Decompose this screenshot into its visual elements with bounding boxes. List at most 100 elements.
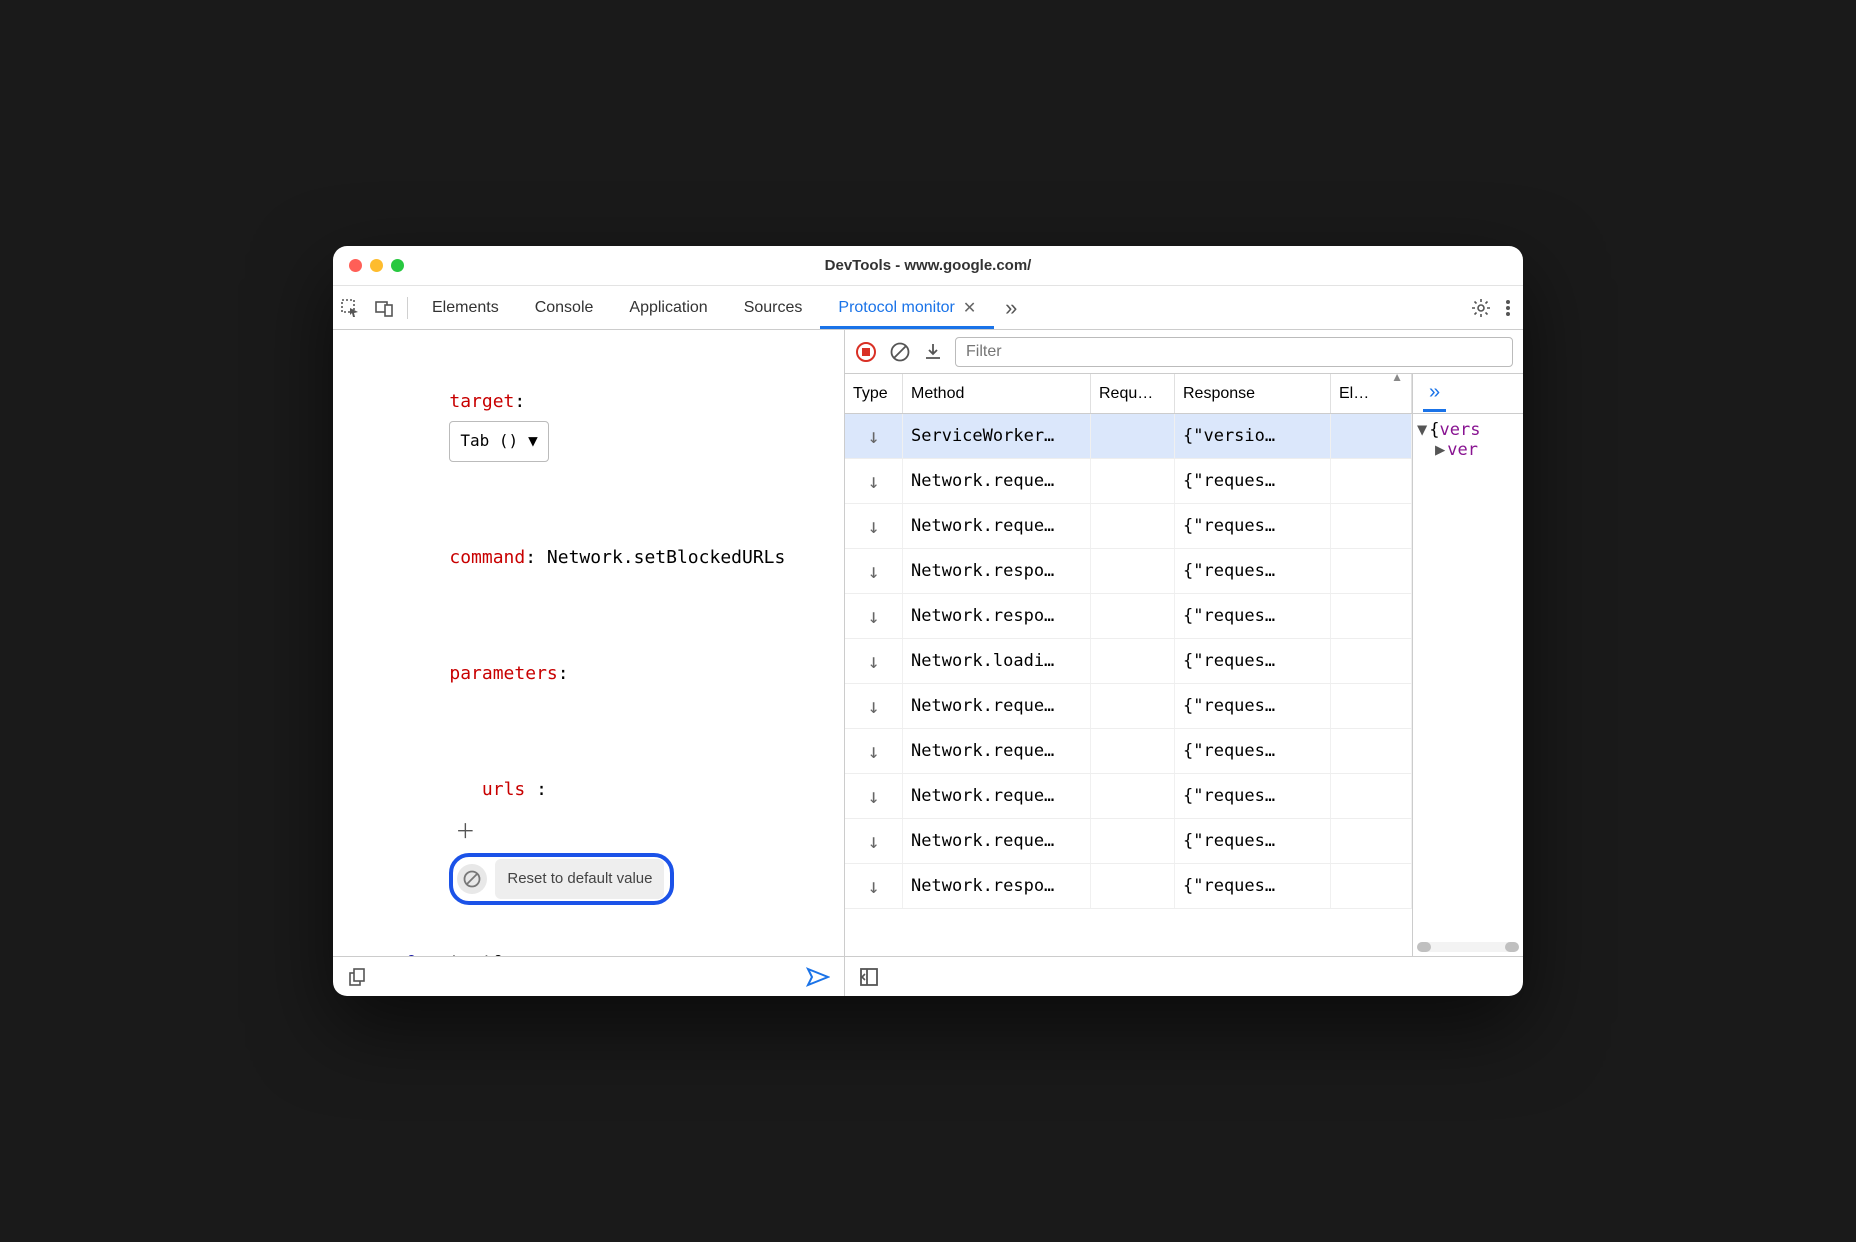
inspect-element-icon[interactable] (333, 298, 367, 318)
command-value: Network.setBlockedURLs (547, 547, 785, 568)
settings-icon[interactable] (1471, 298, 1491, 318)
table-row[interactable]: ↓ Network.loadi… {"reques… (845, 639, 1412, 684)
inspector-body: ▼{vers ▶ver (1413, 414, 1523, 956)
command-editor: target: Tab () ▼ command: Network.setBlo… (333, 330, 844, 956)
chevron-down-icon: ▼ (528, 424, 538, 458)
table-row[interactable]: ↓Network.reque…{"reques… (845, 774, 1412, 819)
reset-default-chip[interactable]: Reset to default value (449, 853, 674, 905)
tab-label: Protocol monitor (838, 299, 955, 317)
clear-icon[interactable] (889, 341, 911, 363)
toolbar-right (1471, 298, 1523, 318)
copy-icon[interactable] (347, 967, 367, 987)
sort-indicator-icon: ▲ (1391, 374, 1403, 384)
down-arrow-icon: ↓ (853, 739, 894, 763)
down-arrow-icon: ↓ (853, 469, 894, 493)
cell-request (1091, 729, 1175, 773)
main-content: target: Tab () ▼ command: Network.setBlo… (333, 330, 1523, 996)
table-row[interactable]: ↓Network.reque…{"reques… (845, 684, 1412, 729)
cell-method: Network.reque… (903, 684, 1091, 728)
cell-method: Network.loadi… (903, 639, 1091, 683)
tab-sources[interactable]: Sources (726, 286, 821, 329)
target-key: target (449, 391, 514, 412)
tab-elements[interactable]: Elements (414, 286, 517, 329)
device-toolbar-icon[interactable] (367, 298, 401, 318)
devtools-toolbar: Elements Console Application Sources Pro… (333, 286, 1523, 330)
cell-elapsed (1331, 774, 1412, 818)
filter-input[interactable] (955, 337, 1513, 367)
cell-elapsed (1331, 819, 1412, 863)
target-select[interactable]: Tab () ▼ (449, 421, 548, 461)
minimize-window-button[interactable] (370, 259, 383, 272)
cell-response: {"reques… (1175, 774, 1331, 818)
inspector-tabs: » (1413, 374, 1523, 414)
kebab-menu-icon[interactable] (1505, 298, 1511, 318)
scroll-thumb[interactable] (1505, 942, 1519, 952)
cell-method: Network.respo… (903, 594, 1091, 638)
cell-type: ↓ (845, 594, 903, 638)
table-row[interactable]: ↓ServiceWorker…{"versio… (845, 414, 1412, 459)
object-prop: vers (1440, 420, 1481, 440)
table-row[interactable]: ↓Network.respo…{"reques… (845, 594, 1412, 639)
close-tab-icon[interactable]: ✕ (963, 298, 976, 318)
cell-method: ServiceWorker… (903, 414, 1091, 458)
cell-elapsed (1331, 639, 1412, 683)
cell-method: Network.reque… (903, 819, 1091, 863)
col-header-response[interactable]: Response (1175, 374, 1331, 413)
down-arrow-icon: ↓ (853, 649, 894, 673)
target-select-value: Tab () (460, 424, 518, 458)
tab-application[interactable]: Application (611, 286, 725, 329)
cell-type: ↓ (845, 819, 903, 863)
cell-elapsed (1331, 549, 1412, 593)
reset-default-label: Reset to default value (495, 859, 664, 899)
cell-elapsed (1331, 459, 1412, 503)
horizontal-scrollbar[interactable] (1417, 942, 1519, 952)
tab-console[interactable]: Console (517, 286, 612, 329)
more-tabs-icon[interactable]: » (994, 295, 1028, 321)
record-button[interactable] (855, 341, 877, 363)
table-row[interactable]: ↓Network.respo…{"reques… (845, 549, 1412, 594)
down-arrow-icon: ↓ (853, 424, 894, 448)
close-window-button[interactable] (349, 259, 362, 272)
cell-response: {"reques… (1175, 639, 1331, 683)
table-row[interactable]: ↓Network.respo…{"reques… (845, 864, 1412, 909)
cell-response: {"reques… (1175, 819, 1331, 863)
cell-response: {"reques… (1175, 549, 1331, 593)
table-row[interactable]: ↓ Network.reque… {"reques… (845, 459, 1412, 504)
table-row[interactable]: ↓Network.reque…{"reques… (845, 729, 1412, 774)
object-row[interactable]: ▼{vers (1417, 420, 1519, 440)
col-header-request[interactable]: Requ… (1091, 374, 1175, 413)
col-header-elapsed[interactable]: El…▲ (1331, 374, 1412, 413)
add-item-button[interactable]: ＋ (455, 819, 475, 843)
cell-elapsed (1331, 729, 1412, 773)
cell-elapsed (1331, 414, 1412, 458)
cell-elapsed (1331, 684, 1412, 728)
cell-type: ↓ (845, 729, 903, 773)
collapse-triangle-icon: ▶ (1435, 440, 1445, 460)
response-inspector: » ▼{vers ▶ver (1413, 374, 1523, 956)
table-row[interactable]: ↓Network.reque…{"reques… (845, 504, 1412, 549)
parameters-key: parameters (449, 663, 557, 684)
table-row[interactable]: ↓Network.reque… {"reques… (845, 819, 1412, 864)
tab-label: Console (535, 299, 594, 317)
cell-type: ↓ (845, 504, 903, 548)
cell-request (1091, 774, 1175, 818)
divider (407, 297, 408, 319)
down-arrow-icon: ↓ (853, 559, 894, 583)
col-header-type[interactable]: Type (845, 374, 903, 413)
more-tabs-icon[interactable]: » (1423, 375, 1446, 412)
col-header-method[interactable]: Method (903, 374, 1091, 413)
tab-protocol-monitor[interactable]: Protocol monitor ✕ (820, 286, 994, 329)
scroll-thumb[interactable] (1417, 942, 1431, 952)
traffic-lights (349, 259, 404, 272)
send-command-button[interactable] (806, 967, 830, 987)
urls-key: urls (482, 779, 525, 800)
cell-method: Network.reque… (903, 459, 1091, 503)
cell-response: {"reques… (1175, 459, 1331, 503)
download-icon[interactable] (923, 342, 943, 362)
object-row[interactable]: ▶ver (1417, 440, 1519, 460)
toggle-editor-icon[interactable] (859, 967, 879, 987)
command-key: command (449, 547, 525, 568)
cell-request (1091, 504, 1175, 548)
maximize-window-button[interactable] (391, 259, 404, 272)
devtools-window: DevTools - www.google.com/ Elements Cons… (333, 246, 1523, 996)
